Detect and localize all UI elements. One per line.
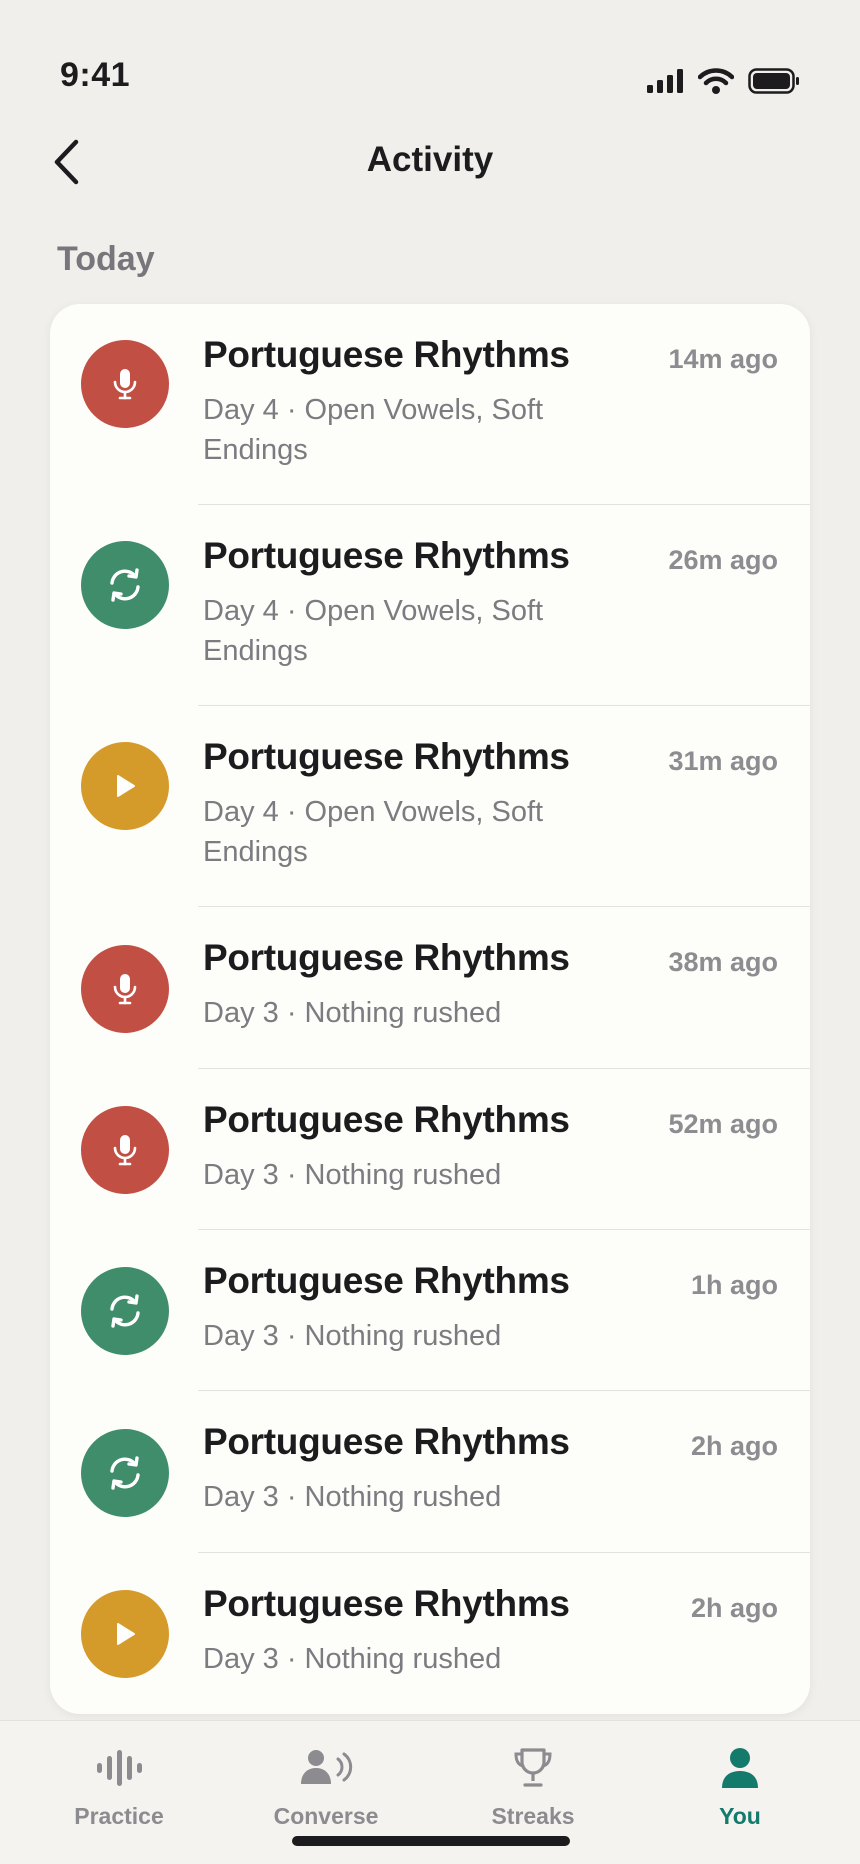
- page-title: Activity: [366, 140, 494, 179]
- home-indicator: [292, 1836, 570, 1846]
- activity-time: 31m ago: [668, 746, 778, 776]
- activity-subtitle: Day 3 · Nothing rushed: [203, 1159, 502, 1191]
- play-icon: [117, 1623, 135, 1645]
- microphone-icon: [113, 974, 137, 1005]
- activity-type-badge: [81, 541, 169, 629]
- status-time: 9:41: [60, 56, 131, 94]
- activity-type-badge: [81, 1429, 169, 1517]
- activity-title: Portuguese Rhythms: [203, 937, 570, 978]
- status-bar: 9:41: [0, 0, 860, 120]
- tab-practice[interactable]: Practice: [39, 1743, 199, 1843]
- activity-subtitle: Day 4 · Open Vowels, Soft Endings: [203, 796, 544, 868]
- person-speaking-icon: [301, 1750, 353, 1784]
- tab-label: Practice: [74, 1803, 164, 1829]
- activity-time: 14m ago: [668, 344, 778, 374]
- activity-time: 38m ago: [668, 947, 778, 977]
- wifi-icon: [698, 68, 734, 94]
- microphone-icon: [113, 369, 137, 400]
- activity-subtitle: Day 3 · Nothing rushed: [203, 1481, 502, 1513]
- list-item[interactable]: Portuguese Rhythms 2h ago Day 3 · Nothin…: [50, 1391, 810, 1553]
- list-item[interactable]: Portuguese Rhythms 38m ago Day 3 · Nothi…: [50, 907, 810, 1069]
- tab-you[interactable]: You: [660, 1743, 820, 1843]
- activity-type-badge: [81, 742, 169, 830]
- list-item[interactable]: Portuguese Rhythms 2h ago Day 3 · Nothin…: [50, 1553, 810, 1714]
- repeat-icon: [110, 1456, 140, 1490]
- activity-list: Portuguese Rhythms 14m ago Day 4 · Open …: [50, 304, 810, 1714]
- activity-subtitle: Day 3 · Nothing rushed: [203, 1643, 502, 1675]
- activity-subtitle: Day 3 · Nothing rushed: [203, 1320, 502, 1352]
- activity-type-badge: [81, 1590, 169, 1678]
- activity-time: 26m ago: [668, 545, 778, 575]
- list-item[interactable]: Portuguese Rhythms 14m ago Day 4 · Open …: [50, 304, 810, 505]
- list-item[interactable]: Portuguese Rhythms 26m ago Day 4 · Open …: [50, 505, 810, 706]
- battery-icon: [748, 68, 799, 94]
- list-item[interactable]: Portuguese Rhythms 52m ago Day 3 · Nothi…: [50, 1069, 810, 1230]
- tab-label: You: [719, 1803, 761, 1829]
- activity-time: 2h ago: [690, 1593, 778, 1623]
- activity-title: Portuguese Rhythms: [203, 1099, 570, 1140]
- activity-subtitle: Day 4 · Open Vowels, Soft Endings: [203, 394, 544, 466]
- cellular-signal-icon: [647, 69, 683, 93]
- waveform-icon: [97, 1750, 142, 1786]
- section-label-today: Today: [57, 240, 155, 278]
- list-item[interactable]: Portuguese Rhythms 31m ago Day 4 · Open …: [50, 706, 810, 907]
- navigation-bar: Activity: [0, 120, 860, 204]
- activity-time: 2h ago: [690, 1431, 778, 1461]
- repeat-icon: [110, 568, 140, 602]
- activity-time: 1h ago: [690, 1270, 778, 1300]
- activity-title: Portuguese Rhythms: [203, 1260, 570, 1301]
- trophy-icon: [514, 1748, 552, 1787]
- tab-streaks[interactable]: Streaks: [453, 1743, 613, 1843]
- activity-type-badge: [81, 340, 169, 428]
- activity-title: Portuguese Rhythms: [203, 1421, 570, 1462]
- activity-title: Portuguese Rhythms: [203, 1583, 570, 1624]
- repeat-icon: [110, 1294, 140, 1328]
- status-icons: [646, 68, 800, 94]
- activity-subtitle: Day 3 · Nothing rushed: [203, 997, 502, 1029]
- activity-type-badge: [81, 945, 169, 1033]
- microphone-icon: [113, 1135, 137, 1166]
- list-item[interactable]: Portuguese Rhythms 1h ago Day 3 · Nothin…: [50, 1230, 810, 1391]
- activity-title: Portuguese Rhythms: [203, 334, 570, 375]
- activity-type-badge: [81, 1106, 169, 1194]
- activity-type-badge: [81, 1267, 169, 1355]
- play-icon: [117, 775, 135, 797]
- tab-converse[interactable]: Converse: [246, 1743, 406, 1843]
- activity-title: Portuguese Rhythms: [203, 736, 570, 777]
- person-icon: [722, 1748, 758, 1788]
- tab-label: Converse: [273, 1803, 379, 1829]
- activity-time: 52m ago: [668, 1109, 778, 1139]
- activity-subtitle: Day 4 · Open Vowels, Soft Endings: [203, 595, 544, 667]
- activity-title: Portuguese Rhythms: [203, 535, 570, 576]
- tab-label: Streaks: [491, 1803, 575, 1829]
